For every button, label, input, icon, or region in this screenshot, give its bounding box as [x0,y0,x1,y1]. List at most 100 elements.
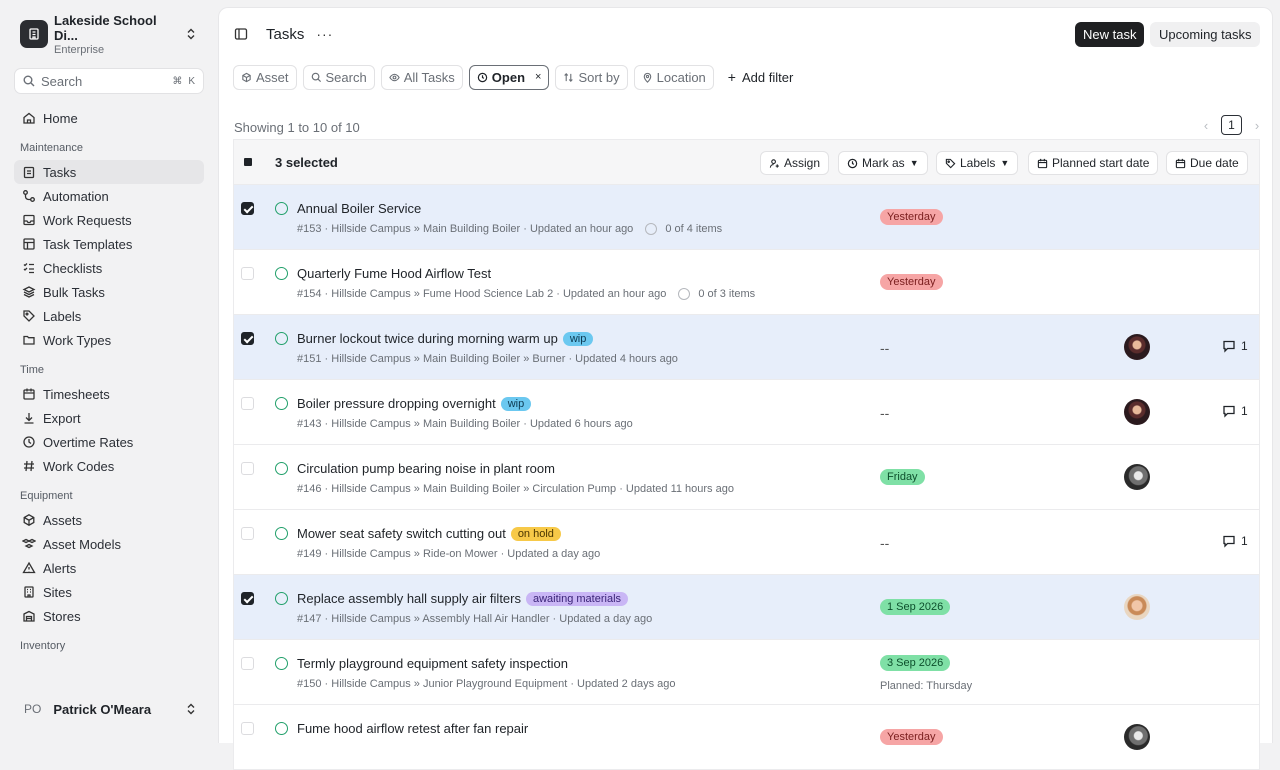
new-task-button[interactable]: New task [1075,22,1145,47]
comment-icon [1223,340,1235,353]
remove-filter-button[interactable]: × [535,71,541,83]
due-date-button[interactable]: Due date [1166,151,1248,175]
filter-status-open[interactable]: Open × [468,64,550,90]
row-checkbox[interactable] [241,527,254,540]
sidebar-toggle-icon[interactable] [234,27,248,41]
open-status-icon[interactable] [275,267,288,280]
sidebar-item-alerts[interactable]: Alerts [14,556,204,580]
add-filter-button[interactable]: + Add filter [728,69,794,85]
more-options-button[interactable]: ··· [316,26,333,42]
tag-icon [945,158,956,168]
filter-search[interactable]: Search [302,64,375,90]
select-all-checkbox[interactable] [244,158,252,166]
labels-button[interactable]: Labels ▼ [936,151,1019,175]
open-status-icon[interactable] [275,592,288,605]
open-status-icon[interactable] [275,332,288,345]
org-plan: Enterprise [54,43,105,56]
due-date-empty: -- [880,535,890,551]
sort-by-button[interactable]: Sort by [555,64,628,90]
task-title[interactable]: Termly playground equipment safety inspe… [297,656,568,671]
filter-location[interactable]: Location [633,64,714,90]
sidebar-item-task-templates[interactable]: Task Templates [14,232,204,256]
task-title[interactable]: Annual Boiler Service [297,201,421,216]
row-checkbox[interactable] [241,657,254,670]
row-checkbox[interactable] [241,267,254,280]
assign-button[interactable]: Assign [760,151,830,175]
comment-count[interactable]: 1 [1222,534,1248,548]
row-checkbox[interactable] [241,332,254,345]
comment-count[interactable]: 1 [1222,339,1248,353]
sidebar-item-tasks[interactable]: Tasks [14,160,204,184]
table-row[interactable]: Burner lockout twice during morning warm… [233,315,1260,380]
sidebar-search[interactable]: Search ⌘ K [14,68,204,94]
org-name: Lakeside School Di... [54,12,157,43]
next-page-button[interactable]: › [1248,118,1266,133]
open-status-icon[interactable] [275,657,288,670]
sidebar-item-bulk-tasks[interactable]: Bulk Tasks [14,280,204,304]
assignee-avatar[interactable] [1124,594,1150,620]
open-status-icon[interactable] [275,527,288,540]
sidebar-item-label: Automation [43,188,109,204]
sidebar-item-assets[interactable]: Assets [14,508,204,532]
sidebar-search-placeholder: Search [41,73,83,89]
row-checkbox[interactable] [241,592,254,605]
row-checkbox[interactable] [241,202,254,215]
sidebar-item-work-types[interactable]: Work Types [14,328,204,352]
task-title[interactable]: Burner lockout twice during morning warm… [297,331,594,346]
filter-view[interactable]: All Tasks [380,64,463,90]
sidebar-item-label: Asset Models [43,536,122,552]
task-meta-text: #153 · Hillside Campus » Main Building B… [297,223,634,235]
page-number-button[interactable]: 1 [1221,115,1242,135]
sidebar-item-home[interactable]: Home [14,106,204,130]
sidebar-item-work-codes[interactable]: Work Codes [14,454,204,478]
upcoming-tasks-button[interactable]: Upcoming tasks [1150,22,1261,47]
task-title-text: Fume hood airflow retest after fan repai… [297,721,529,736]
task-meta: #151 · Hillside Campus » Main Building B… [297,353,678,365]
table-row[interactable]: Annual Boiler Service #153 · Hillside Cam… [233,185,1260,250]
task-title[interactable]: Mower seat safety switch cutting out on h… [297,526,561,541]
table-row[interactable]: Mower seat safety switch cutting out on h… [233,510,1260,575]
home-icon [23,112,35,124]
task-title[interactable]: Replace assembly hall supply air filters… [297,591,629,606]
table-row[interactable]: Fume hood airflow retest after fan repai… [233,705,1260,770]
eye-icon [389,73,400,81]
sidebar-item-automation[interactable]: Automation [14,184,204,208]
table-row[interactable]: Replace assembly hall supply air filters… [233,575,1260,640]
open-status-icon[interactable] [275,722,288,735]
open-status-icon[interactable] [275,462,288,475]
row-checkbox[interactable] [241,462,254,475]
mark-as-button[interactable]: Mark as ▼ [838,151,928,175]
open-status-icon[interactable] [275,397,288,410]
sidebar-item-checklists[interactable]: Checklists [14,256,204,280]
task-title[interactable]: Quarterly Fume Hood Airflow Test [297,266,491,281]
row-checkbox[interactable] [241,722,254,735]
sidebar-item-work-requests[interactable]: Work Requests [14,208,204,232]
assignee-avatar[interactable] [1124,724,1150,750]
sidebar-item-labels[interactable]: Labels [14,304,204,328]
table-row[interactable]: Boiler pressure dropping overnight wip #14… [233,380,1260,445]
org-switcher[interactable]: Lakeside School Di... Enterprise [14,0,204,68]
sidebar-item-asset-models[interactable]: Asset Models [14,532,204,556]
prev-page-button[interactable]: ‹ [1197,118,1215,133]
comment-count[interactable]: 1 [1222,404,1248,418]
warehouse-icon [23,610,35,622]
assignee-avatar[interactable] [1124,399,1150,425]
table-row[interactable]: Circulation pump bearing noise in plant … [233,445,1260,510]
table-row[interactable]: Quarterly Fume Hood Airflow Test #154 · H… [233,250,1260,315]
sidebar-item-stores[interactable]: Stores [14,604,204,628]
sidebar-item-timesheets[interactable]: Timesheets [14,382,204,406]
task-title[interactable]: Fume hood airflow retest after fan repai… [297,721,528,736]
sidebar-item-overtime-rates[interactable]: Overtime Rates [14,430,204,454]
row-checkbox[interactable] [241,397,254,410]
table-row[interactable]: Termly playground equipment safety inspe… [233,640,1260,705]
task-title[interactable]: Boiler pressure dropping overnight wip [297,396,532,411]
task-title[interactable]: Circulation pump bearing noise in plant … [297,461,555,476]
assignee-avatar[interactable] [1124,334,1150,360]
assignee-avatar[interactable] [1124,464,1150,490]
user-menu[interactable]: PO Patrick O'Meara [14,696,204,722]
planned-start-date-button[interactable]: Planned start date [1028,151,1159,175]
open-status-icon[interactable] [275,202,288,215]
sidebar-item-export[interactable]: Export [14,406,204,430]
filter-asset[interactable]: Asset [233,64,297,90]
sidebar-item-sites[interactable]: Sites [14,580,204,604]
